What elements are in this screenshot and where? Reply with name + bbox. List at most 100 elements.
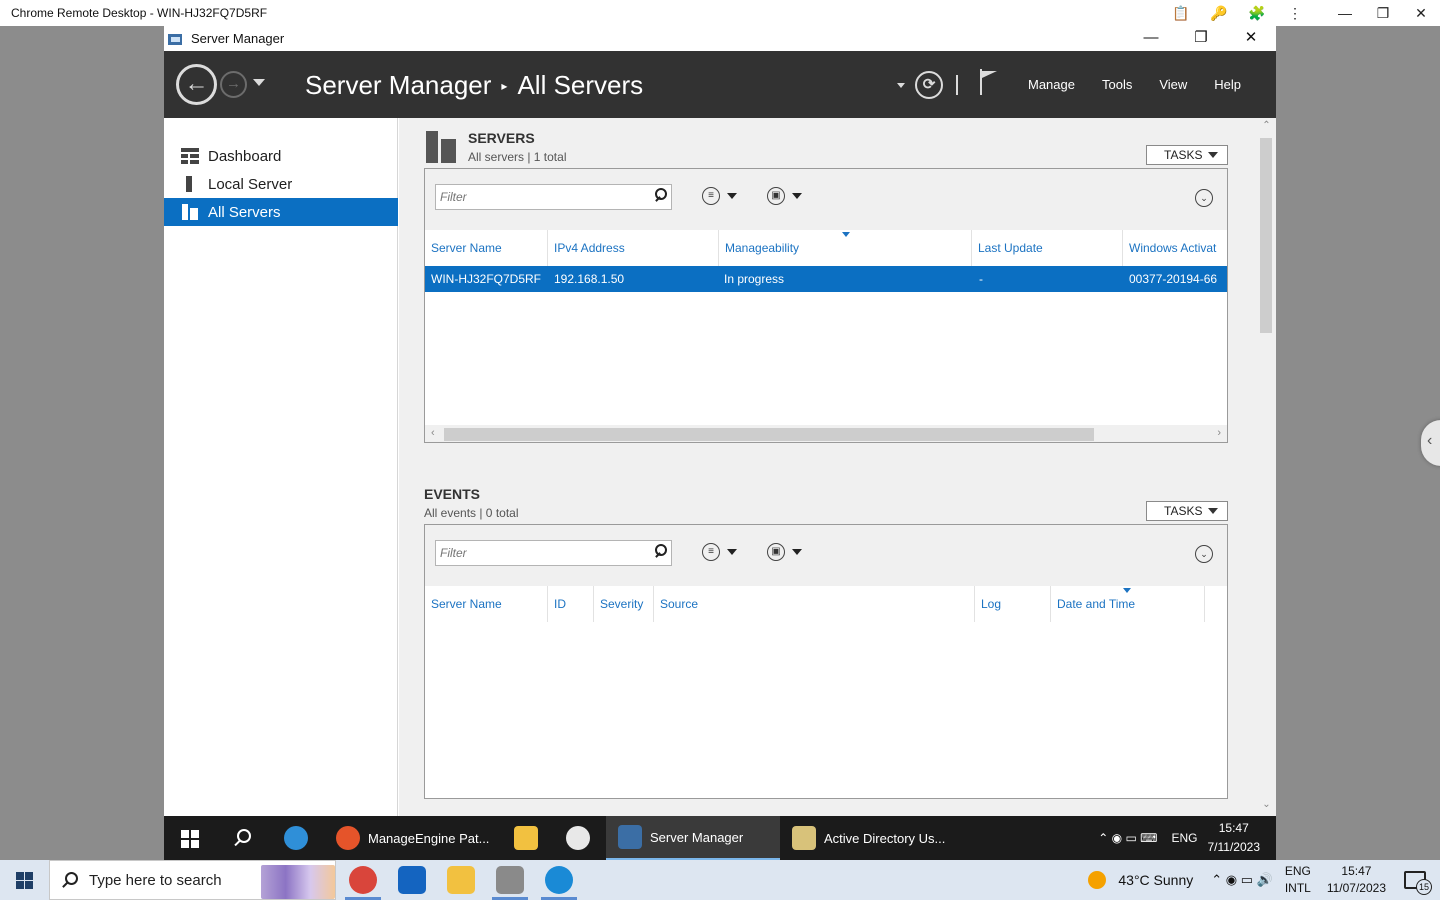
- events-list-options-button[interactable]: ≡: [702, 543, 737, 561]
- cell-ipv4: 192.168.1.50: [554, 272, 625, 286]
- servers-tasks-button[interactable]: TASKS: [1146, 145, 1228, 165]
- ie-logo: [284, 826, 308, 850]
- weather-text[interactable]: 43°C Sunny: [1118, 872, 1193, 888]
- file-explorer-icon[interactable]: [447, 866, 475, 894]
- remote-clock[interactable]: 15:47 7/11/2023: [1208, 819, 1261, 857]
- list-icon: ≡: [702, 543, 720, 561]
- servers-list-options-button[interactable]: ≡: [702, 187, 737, 205]
- expand-icon[interactable]: ⌄: [1195, 189, 1213, 207]
- taskbar-app-active-directory[interactable]: Active Directory Us...: [780, 816, 954, 860]
- column-id[interactable]: ID: [548, 586, 594, 622]
- scroll-down-icon[interactable]: ⌄: [1257, 799, 1276, 816]
- windows-start-icon[interactable]: [16, 872, 33, 889]
- close-icon[interactable]: ✕: [1402, 5, 1440, 22]
- local-taskbar: Type here to search 43°C Sunny ⌃ ◉ ▭ 🔊 E…: [0, 860, 1440, 900]
- taskbar-app-manageengine[interactable]: ManageEngine Pat...: [324, 816, 590, 860]
- servers-filter[interactable]: [435, 184, 672, 210]
- scroll-right-icon[interactable]: ›: [1217, 425, 1221, 442]
- sidebar-item-all-servers[interactable]: All Servers: [164, 198, 398, 226]
- tray-icons[interactable]: ⌃ ◉ ▭ ⌨: [1098, 831, 1157, 845]
- column-ipv4-address[interactable]: IPv4 Address: [548, 230, 719, 266]
- windows-start-icon[interactable]: [181, 830, 199, 848]
- tray-icons[interactable]: ⌃ ◉ ▭ 🔊: [1211, 872, 1273, 888]
- column-last-update[interactable]: Last Update: [972, 230, 1123, 266]
- vertical-scrollbar[interactable]: ⌃ ⌄: [1257, 118, 1276, 816]
- language-indicator[interactable]: ENG INTL: [1285, 863, 1311, 897]
- column-server-name[interactable]: Server Name: [425, 586, 548, 622]
- menu-manage[interactable]: Manage: [1028, 77, 1075, 92]
- scrollbar-thumb[interactable]: [1260, 138, 1272, 333]
- minimize-button[interactable]: —: [1126, 26, 1176, 51]
- restore-button[interactable]: ❐: [1176, 26, 1226, 51]
- events-filter-input[interactable]: [440, 546, 640, 560]
- table-row[interactable]: WIN-HJ32FQ7D5RF 192.168.1.50 In progress…: [425, 266, 1227, 292]
- history-dropdown-icon[interactable]: [253, 79, 265, 86]
- notifications-flag-icon[interactable]: [980, 69, 1000, 95]
- expand-icon[interactable]: ⌄: [1195, 545, 1213, 563]
- close-button[interactable]: ✕: [1226, 26, 1276, 51]
- column-severity[interactable]: Severity: [594, 586, 654, 622]
- caret-down-icon: [792, 193, 802, 199]
- refresh-icon[interactable]: ⟳: [915, 71, 943, 99]
- more-icon[interactable]: ⋮: [1276, 5, 1314, 22]
- horizontal-scrollbar[interactable]: ‹ ›: [425, 425, 1227, 442]
- all-servers-icon: [181, 204, 199, 220]
- local-system-tray: 43°C Sunny ⌃ ◉ ▭ 🔊 ENG INTL 15:47 11/07/…: [1088, 860, 1440, 900]
- scroll-left-icon[interactable]: ‹: [431, 425, 435, 442]
- refresh-dropdown-icon[interactable]: [897, 83, 905, 88]
- column-windows-activation[interactable]: Windows Activat: [1123, 230, 1227, 266]
- language-secondary: INTL: [1284, 881, 1311, 895]
- restore-icon[interactable]: ❐: [1364, 5, 1402, 22]
- sidebar-item-local-server[interactable]: Local Server: [164, 170, 398, 198]
- edge-icon[interactable]: [541, 866, 577, 900]
- servers-filter-input[interactable]: [440, 190, 640, 204]
- events-tasks-button[interactable]: TASKS: [1146, 501, 1228, 521]
- back-arrow-icon[interactable]: ←: [176, 64, 217, 105]
- server-manager-header: ← → Server Manager ▸ All Servers ⟳ Manag…: [164, 51, 1276, 118]
- events-table-header: Server Name ID Severity Source Log Date …: [425, 586, 1227, 622]
- column-log[interactable]: Log: [975, 586, 1051, 622]
- menu-tools[interactable]: Tools: [1102, 77, 1132, 92]
- window-controls: — ❐ ✕: [1126, 26, 1276, 51]
- divider: [956, 75, 958, 95]
- sort-indicator-icon: [842, 232, 850, 237]
- search-icon[interactable]: [653, 544, 667, 560]
- key-icon[interactable]: 🔑: [1200, 5, 1238, 22]
- scroll-up-icon[interactable]: ⌃: [1257, 120, 1276, 137]
- scrollbar-thumb[interactable]: [444, 428, 1094, 441]
- language-indicator[interactable]: ENG: [1171, 831, 1197, 845]
- tasks-label: TASKS: [1164, 504, 1203, 518]
- taskbar-app-server-manager[interactable]: Server Manager: [606, 816, 780, 860]
- file-explorer-icon[interactable]: [502, 816, 546, 860]
- column-server-name[interactable]: Server Name: [425, 230, 548, 266]
- clock-time: 15:47: [1218, 821, 1249, 835]
- chrome-icon[interactable]: [345, 866, 381, 900]
- breadcrumb-root[interactable]: Server Manager: [305, 70, 491, 101]
- outlook-icon[interactable]: [398, 866, 426, 894]
- local-clock[interactable]: 15:47 11/07/2023: [1327, 863, 1386, 897]
- events-filter[interactable]: [435, 540, 672, 566]
- cell-server-name: WIN-HJ32FQ7D5RF: [431, 272, 542, 286]
- side-panel-tab[interactable]: ‹: [1421, 420, 1440, 466]
- menu-view[interactable]: View: [1159, 77, 1187, 92]
- events-save-query-button[interactable]: ▣: [767, 543, 802, 561]
- servers-save-query-button[interactable]: ▣: [767, 187, 802, 205]
- ie-icon[interactable]: [284, 816, 308, 860]
- column-date-and-time[interactable]: Date and Time: [1051, 586, 1205, 622]
- notifications-icon[interactable]: 15: [1404, 871, 1432, 895]
- menu-help[interactable]: Help: [1214, 77, 1241, 92]
- extension-icon[interactable]: 🧩: [1238, 5, 1276, 22]
- remote-desktop-icon[interactable]: [492, 866, 528, 900]
- forward-arrow-icon[interactable]: →: [220, 71, 247, 98]
- search-icon[interactable]: [233, 829, 251, 847]
- clipboard-icon[interactable]: 📋: [1162, 5, 1200, 22]
- search-icon[interactable]: [653, 188, 667, 204]
- events-subtitle: All events | 0 total: [424, 506, 519, 520]
- taskbar-search-box[interactable]: Type here to search: [49, 860, 336, 900]
- column-source[interactable]: Source: [654, 586, 975, 622]
- sidebar-item-dashboard[interactable]: Dashboard: [164, 142, 398, 170]
- minimize-icon[interactable]: —: [1326, 5, 1364, 21]
- weather-sun-icon: [1088, 871, 1107, 889]
- power-icon[interactable]: [554, 816, 598, 860]
- local-server-icon: [181, 176, 199, 192]
